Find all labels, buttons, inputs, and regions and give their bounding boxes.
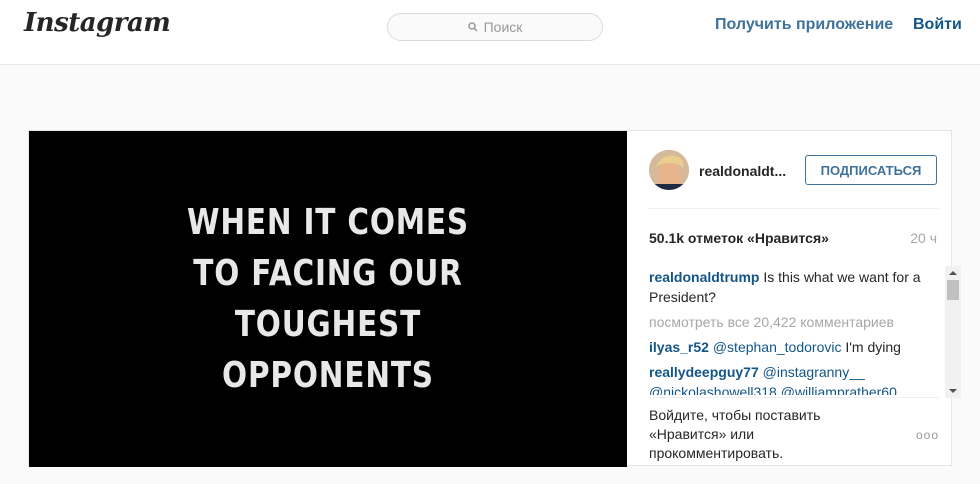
- follow-button[interactable]: ПОДПИСАТЬСЯ: [805, 155, 937, 185]
- avatar[interactable]: [649, 150, 689, 190]
- comment-mention[interactable]: @stephan_todorovic: [709, 339, 842, 355]
- post-sidebar: realdonaldt... ПОДПИСАТЬСЯ 50.1k отметок…: [627, 131, 961, 467]
- more-options-icon[interactable]: ooo: [916, 426, 939, 445]
- comment-username[interactable]: ilyas_r52: [649, 339, 709, 355]
- profile-photo: [649, 150, 689, 190]
- video-text-line: TO FACING OUR: [193, 253, 463, 294]
- video-text-line: WHEN IT COMES: [186, 202, 470, 243]
- video-text-line: TOUGHEST: [234, 304, 422, 345]
- search-placeholder: Поиск: [483, 19, 523, 35]
- login-link[interactable]: Войти: [913, 16, 962, 34]
- top-navigation-bar: Instagram Поиск Получить приложение Войт…: [0, 0, 980, 65]
- comment-username[interactable]: realdonaldtrump: [649, 269, 759, 285]
- scroll-thumb[interactable]: [947, 280, 959, 300]
- login-prompt-text[interactable]: Войдите, чтобы поставить «Нравится» или …: [649, 406, 879, 463]
- post-header: realdonaldt... ПОДПИСАТЬСЯ: [649, 149, 939, 209]
- login-prompt: Войдите, чтобы поставить «Нравится» или …: [649, 397, 939, 463]
- search-icon: [467, 22, 478, 32]
- get-app-link[interactable]: Получить приложение: [715, 16, 893, 34]
- post-card: WHEN IT COMES TO FACING OUR TOUGHEST OPP…: [28, 130, 961, 467]
- caption: realdonaldtrump Is this what we want for…: [649, 267, 925, 307]
- view-all-comments-link[interactable]: посмотреть все 20,422 комментариев: [649, 312, 925, 332]
- scroll-up-arrow-icon[interactable]: [945, 266, 961, 280]
- video-text-line: OPPONENTS: [222, 355, 434, 396]
- video-caption-text: WHEN IT COMES TO FACING OUR TOUGHEST OPP…: [187, 197, 469, 401]
- comment-username[interactable]: reallydeepguy77: [649, 364, 759, 380]
- list-item: ilyas_r52 @stephan_todorovic I'm dying: [649, 337, 925, 357]
- likes-count[interactable]: 50.1k отметок «Нравится»: [649, 230, 829, 246]
- likes-row: 50.1k отметок «Нравится» 20 ч: [649, 230, 939, 246]
- instagram-logo[interactable]: Instagram: [24, 8, 171, 38]
- list-item: reallydeepguy77 @instagranny__ @nickolas…: [649, 362, 925, 395]
- post-timestamp[interactable]: 20 ч: [910, 230, 937, 246]
- search-input[interactable]: Поиск: [387, 13, 603, 41]
- comments-scrollbar[interactable]: [945, 266, 961, 398]
- comment-text: I'm dying: [841, 339, 901, 355]
- scroll-down-arrow-icon[interactable]: [945, 384, 961, 398]
- post-username[interactable]: realdonaldt...: [699, 163, 786, 179]
- comments-list: realdonaldtrump Is this what we want for…: [649, 267, 925, 395]
- post-video[interactable]: WHEN IT COMES TO FACING OUR TOUGHEST OPP…: [29, 131, 627, 467]
